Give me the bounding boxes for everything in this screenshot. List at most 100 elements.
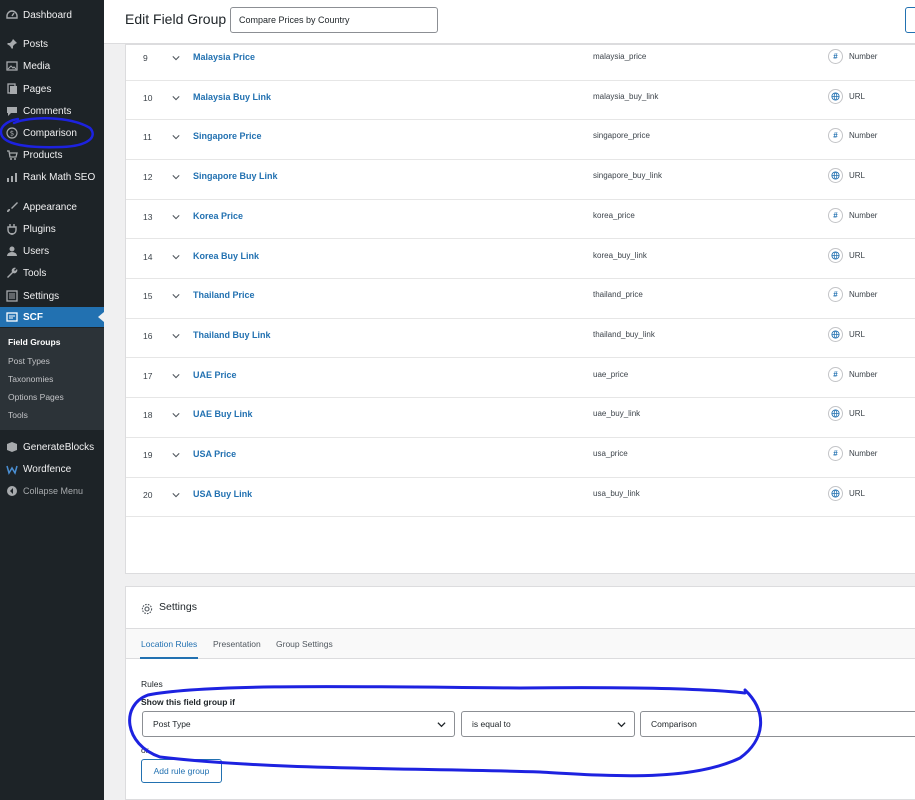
chevron-down-icon[interactable] <box>172 411 180 419</box>
brush-icon <box>5 200 19 214</box>
field-label-link[interactable]: Korea Price <box>193 211 243 221</box>
sidebar-item-scf[interactable]: SCF <box>0 307 104 327</box>
rule-operator-value: is equal to <box>472 719 511 729</box>
sidebar-item-label: GenerateBlocks <box>23 441 95 453</box>
sidebar-item-comments[interactable]: Comments <box>0 101 104 121</box>
field-order-number: 16 <box>143 330 153 341</box>
tab-presentation[interactable]: Presentation <box>213 639 261 649</box>
field-row[interactable]: 18 UAE Buy Link uae_buy_link URL <box>126 398 915 438</box>
field-label-link[interactable]: Singapore Buy Link <box>193 171 278 181</box>
field-label-link[interactable]: Malaysia Price <box>193 52 255 62</box>
chevron-down-icon[interactable] <box>172 94 180 102</box>
field-name: uae_buy_link <box>593 409 641 419</box>
field-label-link[interactable]: USA Price <box>193 449 236 459</box>
field-row[interactable]: 13 Korea Price korea_price # Number <box>126 200 915 240</box>
tab-location-rules[interactable]: Location Rules <box>141 639 197 649</box>
field-name: korea_buy_link <box>593 250 647 260</box>
submenu-options-pages[interactable]: Options Pages <box>8 392 64 402</box>
chevron-down-icon[interactable] <box>172 451 180 459</box>
sidebar-item-pages[interactable]: Pages <box>0 79 104 99</box>
chevron-down-icon[interactable] <box>172 173 180 181</box>
sidebar-item-posts[interactable]: Posts <box>0 34 104 54</box>
field-label-link[interactable]: Malaysia Buy Link <box>193 92 271 102</box>
field-label-link[interactable]: UAE Price <box>193 370 237 380</box>
chevron-down-icon[interactable] <box>172 372 180 380</box>
field-name: singapore_buy_link <box>593 171 662 181</box>
field-row[interactable]: 19 USA Price usa_price # Number <box>126 438 915 478</box>
field-name: korea_price <box>593 210 635 220</box>
field-label-link[interactable]: Thailand Buy Link <box>193 330 271 340</box>
rule-operator-select[interactable]: is equal to <box>461 711 635 737</box>
sidebar-item-label: Appearance <box>23 201 77 213</box>
sidebar-item-label: Wordfence <box>23 463 72 475</box>
add-rule-group-button[interactable]: Add rule group <box>141 759 222 783</box>
sidebar-item-wordfence[interactable]: Wordfence <box>0 459 104 479</box>
hash-icon: # <box>828 207 843 223</box>
chevron-down-icon[interactable] <box>172 133 180 141</box>
chevron-down-icon[interactable] <box>172 54 180 62</box>
rule-param-select[interactable]: Post Type <box>142 711 455 737</box>
field-type: URL <box>849 250 866 260</box>
field-type: Number <box>849 290 878 300</box>
field-row[interactable]: 12 Singapore Buy Link singapore_buy_link UR… <box>126 160 915 200</box>
sidebar-item-settings[interactable]: Settings <box>0 286 104 306</box>
field-label-link[interactable]: Korea Buy Link <box>193 251 259 261</box>
field-name: malaysia_buy_link <box>593 91 659 101</box>
hash-icon: # <box>828 366 843 382</box>
field-name: thailand_buy_link <box>593 329 655 339</box>
sidebar-item-users[interactable]: Users <box>0 241 104 261</box>
field-row[interactable]: 20 USA Buy Link usa_buy_link URL <box>126 478 915 518</box>
field-label-link[interactable]: USA Buy Link <box>193 489 252 499</box>
sidebar-item-label: Products <box>23 149 63 161</box>
wordfence-icon <box>5 462 19 476</box>
save-changes-button[interactable] <box>905 7 915 33</box>
field-order-number: 19 <box>143 450 153 460</box>
globe-icon <box>828 168 843 184</box>
chevron-down-icon[interactable] <box>172 253 180 261</box>
sidebar-item-tools[interactable]: Tools <box>0 263 104 283</box>
sidebar-item-comparison[interactable]: $ Comparison <box>0 123 104 143</box>
sidebar-item-label: Dashboard <box>23 9 72 21</box>
submenu-taxonomies[interactable]: Taxonomies <box>8 374 53 384</box>
field-label-link[interactable]: Thailand Price <box>193 290 255 300</box>
chevron-down-icon[interactable] <box>172 213 180 221</box>
active-tab-indicator <box>140 657 198 659</box>
sidebar-item-products[interactable]: Products <box>0 145 104 165</box>
field-label-link[interactable]: UAE Buy Link <box>193 409 253 419</box>
field-row[interactable]: 9 Malaysia Price malaysia_price # Number <box>126 41 915 81</box>
field-name: uae_price <box>593 369 629 379</box>
settings-title: Settings <box>159 601 197 613</box>
field-row[interactable]: 11 Singapore Price singapore_price # Number <box>126 120 915 160</box>
field-name: singapore_price <box>593 131 650 141</box>
field-row[interactable]: 10 Malaysia Buy Link malaysia_buy_link URL <box>126 81 915 121</box>
submenu-tools[interactable]: Tools <box>8 410 28 420</box>
chevron-down-icon[interactable] <box>172 332 180 340</box>
sidebar-item-dashboard[interactable]: Dashboard <box>0 5 104 25</box>
field-row[interactable]: 15 Thailand Price thailand_price # Number <box>126 279 915 319</box>
field-name: thailand_price <box>593 290 643 300</box>
sidebar-item-generateblocks[interactable]: GenerateBlocks <box>0 437 104 457</box>
submenu-field-groups[interactable]: Field Groups <box>8 337 60 347</box>
sidebar-item-rank-math-seo[interactable]: Rank Math SEO <box>0 167 104 187</box>
field-row[interactable]: 14 Korea Buy Link korea_buy_link URL <box>126 240 915 280</box>
collapse-menu-button[interactable]: Collapse Menu <box>0 481 104 501</box>
cart-icon <box>5 148 19 162</box>
tab-group-settings[interactable]: Group Settings <box>276 639 333 649</box>
rule-value-select[interactable]: Comparison <box>640 711 915 737</box>
field-row[interactable]: 16 Thailand Buy Link thailand_buy_link URL <box>126 319 915 359</box>
hash-icon: # <box>828 446 843 461</box>
rule-param-value: Post Type <box>153 719 191 729</box>
sidebar-item-label: Settings <box>23 290 60 302</box>
chevron-down-icon[interactable] <box>172 491 180 499</box>
field-label-link[interactable]: Singapore Price <box>193 131 262 141</box>
field-row[interactable]: 17 UAE Price uae_price # Number <box>126 359 915 399</box>
field-group-title-input[interactable]: Compare Prices by Country <box>230 7 438 33</box>
sidebar-item-label: Tools <box>23 267 47 279</box>
sidebar-item-plugins[interactable]: Plugins <box>0 219 104 239</box>
sidebar-item-appearance[interactable]: Appearance <box>0 197 104 217</box>
field-name: malaysia_price <box>593 52 647 61</box>
sidebar-item-media[interactable]: Media <box>0 56 104 76</box>
rules-label: Rules <box>141 679 163 689</box>
chevron-down-icon[interactable] <box>172 292 180 300</box>
submenu-post-types[interactable]: Post Types <box>8 356 50 366</box>
